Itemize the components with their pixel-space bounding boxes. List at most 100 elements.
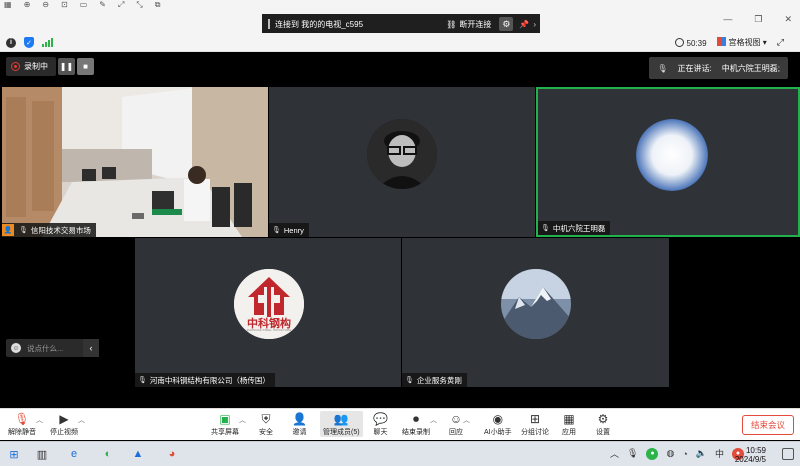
- stop-video-button[interactable]: ▶ 停止视频 ︿: [50, 411, 85, 437]
- clock-icon: [674, 37, 684, 47]
- reaction-button[interactable]: ☺ 回应 ︿: [449, 411, 470, 437]
- participant-name-tag: 🎙 企业服务黄刚: [402, 373, 467, 387]
- copy-icon[interactable]: ⧉: [155, 0, 161, 10]
- video-tile-5[interactable]: 🎙 企业服务黄刚: [402, 238, 669, 387]
- language-icon[interactable]: 中: [715, 447, 724, 460]
- mic-off-icon: 🎙: [405, 377, 414, 384]
- security-shield-icon[interactable]: ✓: [24, 37, 34, 48]
- end-meeting-button[interactable]: 结束会议: [742, 415, 794, 435]
- remote-gear-icon[interactable]: ⚙: [499, 17, 514, 31]
- avatar: [501, 269, 571, 339]
- quick-chat-box: ☺ 说点什么... ‹: [6, 339, 99, 357]
- share-screen-icon: ▣: [219, 412, 231, 426]
- host-user-icon: 👤: [2, 224, 14, 236]
- grid-tool-icon[interactable]: ▦: [4, 0, 12, 9]
- expand-icon[interactable]: ⤢: [118, 0, 124, 10]
- zoom-out-icon[interactable]: ⊖: [42, 0, 49, 9]
- chevron-up-icon[interactable]: ︿: [78, 415, 85, 425]
- video-tile-2[interactable]: 🎙 Henry: [269, 87, 535, 237]
- notification-icon[interactable]: [782, 448, 794, 460]
- disconnect-button[interactable]: ⛓ 断开连接: [446, 19, 491, 30]
- end-recording-button[interactable]: ⏺ 结束录制 ︿: [402, 411, 437, 437]
- app-red-icon[interactable]: ◕: [164, 446, 180, 462]
- gear-icon: ⚙: [597, 412, 609, 426]
- taskbar-clock[interactable]: 10:59 2024/9/5: [735, 446, 766, 464]
- os-taskbar: ⊞ ▥ e ◐ ▲ ◕ ︿ 🎙 ● ◍ ◔ 🔈 中 ● 10:59 2024/9…: [0, 441, 800, 466]
- video-tile-1[interactable]: 👤 🎙 信阳技术交易市场: [2, 87, 268, 237]
- members-icon: 👥: [333, 412, 349, 426]
- network-icon[interactable]: ◔: [682, 449, 687, 459]
- breakout-icon: ⊞: [529, 412, 541, 426]
- recording-controls: 录制中 ❚❚ ■: [6, 57, 94, 76]
- chat-bubble-icon: 💬: [373, 412, 388, 426]
- system-tray: ︿ 🎙 ● ◍ ◔ 🔈 中 ●: [610, 447, 744, 460]
- clock-date: 2024/9/5: [734, 455, 766, 464]
- mic-off-icon: 🎙: [272, 227, 281, 234]
- chevron-right-icon[interactable]: ›: [533, 20, 536, 29]
- frame-icon[interactable]: ▭: [80, 0, 88, 9]
- meeting-app-icon[interactable]: ▲: [130, 446, 146, 462]
- remote-connection-bar: 连接到 我的的电视_c595 ⛓ 断开连接 ⚙ 📌 ›: [262, 14, 540, 34]
- mountain-avatar-image: [501, 269, 571, 339]
- view-mode-button[interactable]: 宫格视图 ▾: [716, 37, 767, 48]
- chevron-up-icon[interactable]: ︿: [36, 415, 43, 425]
- share-screen-button[interactable]: ▣ 共享屏幕 ︿: [211, 411, 246, 437]
- mic-on-icon: 🎙: [541, 225, 550, 232]
- security-button[interactable]: ⛨ 安全: [259, 411, 273, 437]
- speaking-indicator: 🎙 正在讲话: 中机六院王明磊;: [649, 57, 788, 79]
- volume-icon[interactable]: 🔈: [696, 448, 707, 459]
- mic-tray-icon[interactable]: 🎙: [627, 448, 638, 459]
- remote-connection-label: 连接到 我的的电视_c595: [275, 19, 364, 29]
- app-green-icon[interactable]: ◐: [100, 446, 116, 462]
- green-tray-icon[interactable]: ●: [646, 447, 659, 460]
- chevron-up-icon[interactable]: ︿: [463, 415, 470, 425]
- apps-button[interactable]: ▦ 应用: [562, 411, 576, 437]
- manage-members-button[interactable]: 👥 管理成员(5): [320, 411, 363, 437]
- chevron-up-icon[interactable]: ︿: [430, 415, 437, 425]
- fit-icon[interactable]: ⊡: [61, 0, 68, 9]
- tray-chevron-icon[interactable]: ︿: [610, 447, 619, 460]
- ai-assistant-button[interactable]: ◉ AI小助手: [484, 411, 512, 437]
- ai-assistant-icon: ◉: [492, 412, 504, 426]
- breakout-rooms-button[interactable]: ⊞ 分组讨论: [521, 411, 549, 437]
- video-tile-4[interactable]: 中科钢构 ZHONGKE STEEL STRUCTURE 🎙 河南中科钢结构有限…: [135, 238, 401, 387]
- pin-icon[interactable]: 📌: [519, 20, 529, 29]
- stop-recording-button[interactable]: ■: [77, 58, 94, 75]
- video-tile-3-active[interactable]: 🎙 中机六院王明磊: [536, 87, 800, 237]
- record-dot-icon: [11, 62, 20, 71]
- fullscreen-icon[interactable]: ⤢: [777, 37, 784, 48]
- ie-browser-icon[interactable]: e: [66, 446, 82, 462]
- participant-name-tag: 👤 🎙 信阳技术交易市场: [2, 223, 96, 237]
- edit-icon[interactable]: ✎: [99, 0, 106, 9]
- apps-grid-icon: ▦: [563, 412, 575, 426]
- restore-icon[interactable]: ❐: [754, 14, 762, 25]
- avatar: [367, 119, 437, 189]
- chat-button[interactable]: 💬 聊天: [373, 411, 388, 437]
- task-view-icon[interactable]: ▥: [34, 446, 50, 462]
- add-user-icon: 👤: [292, 412, 307, 426]
- drag-handle[interactable]: [268, 19, 270, 29]
- emoji-icon[interactable]: ☺: [11, 343, 21, 353]
- collapse-chevron-icon[interactable]: ‹: [83, 339, 99, 357]
- conference-room-video: [2, 87, 268, 237]
- windows-start-icon[interactable]: ⊞: [6, 446, 22, 462]
- shrink-icon[interactable]: ⤡: [136, 0, 142, 10]
- minimize-icon[interactable]: —: [723, 14, 732, 25]
- pause-recording-button[interactable]: ❚❚: [58, 58, 75, 75]
- info-icon[interactable]: i: [6, 37, 16, 48]
- invite-button[interactable]: 👤 邀请: [292, 411, 307, 437]
- signal-strength-icon[interactable]: [42, 38, 53, 47]
- close-icon[interactable]: ✕: [784, 14, 792, 25]
- logo-subtext: ZHONGKE STEEL STRUCTURE: [246, 328, 292, 332]
- chat-input-placeholder[interactable]: 说点什么...: [27, 343, 63, 354]
- zoom-in-icon[interactable]: ⊕: [24, 0, 31, 9]
- avatar: 中科钢构 ZHONGKE STEEL STRUCTURE: [234, 269, 304, 339]
- mute-button[interactable]: 🎙 解除静音 ︿: [8, 411, 43, 437]
- chevron-up-icon[interactable]: ︿: [239, 415, 246, 425]
- link-icon: ⛓: [446, 19, 457, 29]
- quick-tools: ▦ ⊕ ⊖ ⊡ ▭ ✎ ⤢ ⤡ ⧉: [4, 0, 160, 9]
- wechat-tray-icon[interactable]: ◍: [666, 448, 674, 459]
- recording-indicator: 录制中: [6, 57, 56, 76]
- settings-button[interactable]: ⚙ 设置: [596, 411, 610, 437]
- mic-off-icon: 🎙: [138, 377, 147, 384]
